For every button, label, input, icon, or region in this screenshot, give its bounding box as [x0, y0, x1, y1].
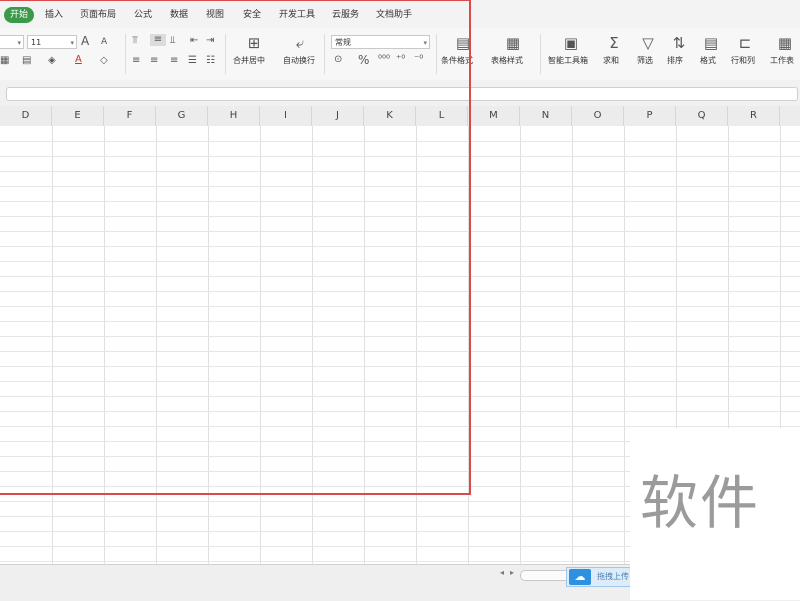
column-header-d[interactable]: D: [0, 106, 52, 126]
column-header-h[interactable]: H: [208, 106, 260, 126]
scroll-left-icon[interactable]: ◂: [500, 568, 504, 577]
column-header-m[interactable]: M: [468, 106, 520, 126]
tab-security[interactable]: 安全: [243, 7, 261, 23]
tab-view[interactable]: 视图: [206, 7, 224, 23]
table-style-button[interactable]: 表格样式: [491, 56, 523, 66]
wrap-text-icon[interactable]: ⤶: [289, 34, 311, 52]
font-color-icon[interactable]: A: [75, 54, 82, 66]
smart-toolbox-icon[interactable]: ▣: [560, 34, 582, 52]
cell-style-icon[interactable]: ▤: [22, 55, 31, 67]
conditional-format-icon[interactable]: ▤: [452, 34, 474, 52]
thousands-icon[interactable]: ⁰⁰⁰: [378, 54, 390, 66]
column-header-k[interactable]: K: [364, 106, 416, 126]
watermark-text: 软件: [640, 469, 761, 537]
column-header-e[interactable]: E: [52, 106, 104, 126]
wrap-text-button[interactable]: 自动换行: [283, 56, 315, 66]
column-header-g[interactable]: G: [156, 106, 208, 126]
tab-developer[interactable]: 开发工具: [279, 7, 315, 23]
column-header-r[interactable]: R: [728, 106, 780, 126]
conditional-format-button[interactable]: 条件格式: [441, 56, 473, 66]
tab-page-layout[interactable]: 页面布局: [80, 7, 116, 23]
align-bottom-icon[interactable]: ⫫: [170, 35, 176, 47]
scroll-right-icon[interactable]: ▸: [510, 568, 514, 577]
sum-button[interactable]: 求和: [603, 56, 619, 66]
menu-bar: 开始 插入 页面布局 公式 数据 视图 安全 开发工具 云服务 文档助手: [0, 0, 800, 28]
ribbon-divider: [436, 34, 437, 74]
align-top-icon[interactable]: ⫪: [132, 35, 138, 47]
format-icon[interactable]: ▤: [700, 34, 722, 52]
filter-button[interactable]: 筛选: [637, 56, 653, 66]
tab-cloud-service[interactable]: 云服务: [332, 7, 359, 23]
sum-icon[interactable]: Σ: [603, 34, 625, 52]
currency-icon[interactable]: ⊙: [334, 54, 342, 66]
smart-toolbox-button[interactable]: 智能工具箱: [548, 56, 588, 66]
fill-color-icon[interactable]: ◈: [48, 55, 56, 67]
font-name-select[interactable]: ▾: [0, 35, 24, 49]
font-size-select[interactable]: 11 ▾: [27, 35, 77, 49]
merge-center-button[interactable]: 合并居中: [233, 56, 265, 66]
ribbon-divider: [225, 34, 226, 74]
align-middle-icon[interactable]: ≡: [150, 34, 166, 46]
filter-icon[interactable]: ▽: [637, 34, 659, 52]
sort-button[interactable]: 排序: [667, 56, 683, 66]
increase-font-icon[interactable]: A: [81, 35, 89, 47]
watermark-panel: 软件: [630, 428, 800, 600]
align-center-icon[interactable]: ≡: [150, 55, 158, 67]
ribbon-divider: [125, 34, 126, 74]
column-header-l[interactable]: L: [416, 106, 468, 126]
column-header-i[interactable]: I: [260, 106, 312, 126]
increase-decimal-icon[interactable]: ⁺⁰: [396, 54, 405, 66]
number-format-select[interactable]: 常规 ▾: [331, 35, 430, 49]
rows-cols-icon[interactable]: ⊏: [734, 34, 756, 52]
upload-label: 拖拽上传: [597, 572, 629, 581]
tab-formulas[interactable]: 公式: [134, 7, 152, 23]
percent-button[interactable]: %: [358, 54, 369, 66]
align-right-icon[interactable]: ≡: [170, 55, 178, 67]
column-header-f[interactable]: F: [104, 106, 156, 126]
formula-input[interactable]: [6, 87, 798, 101]
cloud-upload-icon: ☁: [569, 569, 591, 585]
column-header-n[interactable]: N: [520, 106, 572, 126]
column-header-p[interactable]: P: [624, 106, 676, 126]
clear-icon[interactable]: ◇: [100, 55, 108, 67]
tab-home[interactable]: 开始: [4, 7, 35, 23]
table-style-icon[interactable]: ▦: [502, 34, 524, 52]
decrease-decimal-icon[interactable]: ⁻⁰: [414, 54, 423, 66]
border-icon[interactable]: ▦: [0, 55, 9, 67]
rows-cols-button[interactable]: 行和列: [731, 56, 755, 66]
ribbon-divider: [324, 34, 325, 74]
sort-icon[interactable]: ⇅: [668, 34, 690, 52]
justify-icon[interactable]: ☰: [188, 55, 197, 67]
worksheet-icon[interactable]: ▦: [774, 34, 796, 52]
decrease-font-icon[interactable]: A: [101, 36, 107, 48]
tab-data[interactable]: 数据: [170, 7, 188, 23]
align-left-icon[interactable]: ≡: [132, 55, 140, 67]
format-button[interactable]: 格式: [700, 56, 716, 66]
column-header-j[interactable]: J: [312, 106, 364, 126]
column-header-o[interactable]: O: [572, 106, 624, 126]
formula-bar: [0, 80, 800, 107]
column-header-row: D E F G H I J K L M N O P Q R: [0, 106, 800, 127]
indent-decrease-icon[interactable]: ⇤: [190, 35, 198, 47]
column-header-q[interactable]: Q: [676, 106, 728, 126]
worksheet-button[interactable]: 工作表: [770, 56, 794, 66]
indent-increase-icon[interactable]: ⇥: [206, 35, 214, 47]
tab-doc-assistant[interactable]: 文档助手: [376, 7, 412, 23]
ribbon-divider: [540, 34, 541, 74]
ribbon: ▾ 11 ▾ A A ▦ ▤ ◈ A ◇ ⫪ ≡ ⫫ ⇤ ⇥ ≡ ≡ ≡ ☰ ☷ …: [0, 28, 800, 81]
tab-insert[interactable]: 插入: [45, 7, 63, 23]
merge-center-icon[interactable]: ⊞: [243, 34, 265, 52]
distribute-icon[interactable]: ☷: [206, 55, 215, 67]
